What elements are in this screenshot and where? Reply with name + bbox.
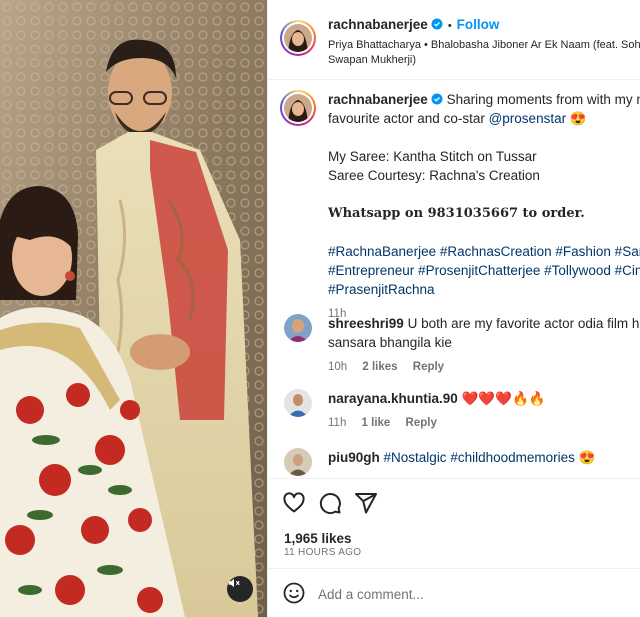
verified-badge-icon [431, 18, 443, 30]
comment-hashtags[interactable]: #Nostalgic #childhoodmemories [384, 450, 575, 465]
comment-button[interactable] [318, 491, 342, 520]
post-timestamp[interactable]: 11 HOURS AGO [284, 547, 361, 558]
comment-likes[interactable]: 2 likes [362, 361, 397, 373]
like-button[interactable] [282, 491, 306, 520]
audio-line-1: Priya Bhattacharya • Bhalobasha Jiboner … [328, 39, 640, 51]
comment-time[interactable]: 10h [328, 361, 347, 373]
commenter-username[interactable]: piu90gh [328, 450, 380, 465]
post-photo [0, 0, 267, 617]
comment-text: U both are my favorite actor odia film h… [407, 316, 640, 331]
post-header: rachnabanerjee • Follow Priya Bhattacharya… [268, 0, 640, 80]
caption-text-2: favourite actor and co-star [328, 111, 485, 126]
comments-list[interactable]: rachnabanerjee Sharing moments from with… [268, 80, 640, 478]
comment-item: piu90gh #Nostalgic #childhoodmemories 😍 [280, 448, 640, 476]
heart-outline-icon [283, 492, 305, 513]
reply-button[interactable]: Reply [406, 417, 437, 429]
caption-avatar[interactable] [280, 90, 316, 126]
paper-plane-icon [355, 493, 377, 514]
comment-emojis: ❤️❤️❤️🔥🔥 [461, 391, 546, 406]
share-button[interactable] [354, 491, 378, 520]
post-media[interactable] [0, 0, 267, 617]
heart-eyes-emoji: 😍 [578, 450, 596, 465]
muted-speaker-icon [228, 578, 240, 588]
mention-link[interactable]: @prosenstar [489, 111, 567, 126]
commenter-username[interactable]: narayana.khuntia.90 [328, 391, 458, 406]
comment-item: narayana.khuntia.90 ❤️❤️❤️🔥🔥 11h 1 like … [280, 389, 640, 433]
post-caption: rachnabanerjee Sharing moments from with… [280, 90, 640, 324]
separator-dot: • [447, 20, 452, 32]
comment-input[interactable] [318, 583, 618, 605]
comment-item: shreeshri99 U both are my favorite actor… [280, 314, 640, 377]
header-line: rachnabanerjee • Follow [328, 17, 499, 32]
whatsapp-line: Whatsapp on 9831035667 to order. [328, 206, 585, 221]
hashtags-line-1[interactable]: #RachnaBanerjee #RachnasCreation #Fashio… [328, 242, 640, 261]
audio-line-2: Swapan Mukherji) [328, 54, 417, 66]
author-username[interactable]: rachnabanerjee [328, 17, 428, 32]
audio-track-link[interactable]: Priya Bhattacharya • Bhalobasha Jiboner … [328, 38, 640, 68]
hashtags-line-3[interactable]: #PrasenjitRachna [328, 280, 640, 299]
commenter-avatar[interactable] [284, 314, 312, 342]
add-comment-bar [268, 568, 640, 617]
caption-username[interactable]: rachnabanerjee [328, 92, 428, 107]
post-actions: 1,965 likes 11 HOURS AGO [268, 478, 640, 568]
commenter-avatar[interactable] [284, 448, 312, 476]
commenter-username[interactable]: shreeshri99 [328, 316, 404, 331]
comment-time[interactable]: 11h [328, 417, 346, 429]
smiley-icon [283, 582, 305, 604]
comment-text-cont: sansara bhangila kie [328, 335, 452, 350]
commenter-avatar[interactable] [284, 389, 312, 417]
courtesy-line: Saree Courtesy: Rachna's Creation [328, 168, 540, 183]
speech-bubble-icon [319, 493, 341, 515]
mute-button[interactable] [227, 576, 253, 602]
heart-eyes-emoji: 😍 [569, 111, 587, 126]
reply-button[interactable]: Reply [413, 361, 444, 373]
caption-text-1: Sharing moments from with my most [446, 92, 640, 107]
hashtags-line-2[interactable]: #Entrepreneur #ProsenjitChatterjee #Toll… [328, 261, 640, 280]
emoji-button[interactable] [282, 581, 306, 610]
comment-likes[interactable]: 1 like [362, 417, 391, 429]
likes-count[interactable]: 1,965 likes [284, 531, 352, 546]
verified-badge-icon [431, 93, 443, 105]
author-avatar[interactable] [280, 20, 316, 56]
follow-button[interactable]: Follow [457, 17, 500, 32]
post-details-panel: rachnabanerjee • Follow Priya Bhattacharya… [267, 0, 640, 617]
saree-line: My Saree: Kantha Stitch on Tussar [328, 149, 537, 164]
